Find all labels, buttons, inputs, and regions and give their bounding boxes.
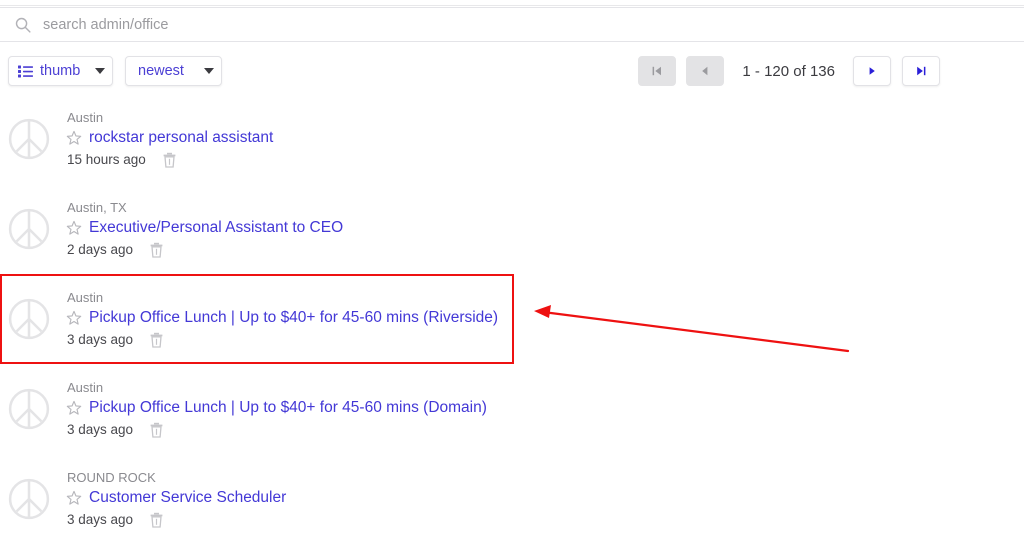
star-outline-icon[interactable] bbox=[66, 130, 82, 146]
listing-title-link[interactable]: Executive/Personal Assistant to CEO bbox=[89, 218, 343, 238]
list-item-body: Austin Pickup Office Lunch | Up to $40+ … bbox=[66, 379, 487, 439]
listing-title-row: Pickup Office Lunch | Up to $40+ for 45-… bbox=[66, 308, 498, 328]
list-item[interactable]: Austin, TX Executive/Personal Assistant … bbox=[0, 184, 1024, 274]
listing-age: 2 days ago bbox=[67, 242, 134, 257]
first-page-button[interactable] bbox=[638, 56, 677, 86]
trash-icon[interactable] bbox=[162, 152, 177, 168]
peace-sign-placeholder-icon bbox=[8, 208, 50, 250]
list-item[interactable]: ROUND ROCK Customer Service Scheduler 3 … bbox=[0, 454, 1024, 544]
listing-location: Austin bbox=[67, 380, 104, 395]
listing-meta-row: 3 days ago bbox=[66, 421, 487, 439]
chevron-down-icon bbox=[204, 68, 214, 74]
last-page-button[interactable] bbox=[902, 56, 940, 86]
listing-title-link[interactable]: Customer Service Scheduler bbox=[89, 488, 286, 508]
star-outline-icon[interactable] bbox=[66, 220, 82, 236]
view-mode-label: thumb bbox=[40, 63, 81, 79]
sort-mode-label: newest bbox=[138, 63, 184, 79]
prev-page-button[interactable] bbox=[686, 56, 725, 86]
last-page-icon bbox=[917, 66, 926, 76]
peace-sign-placeholder-icon bbox=[8, 478, 50, 520]
trash-icon[interactable] bbox=[149, 242, 164, 258]
page-top-strip bbox=[0, 0, 1024, 6]
listings-list: Austin rockstar personal assistant 15 ho… bbox=[0, 94, 1024, 544]
peace-sign-placeholder-icon bbox=[8, 118, 50, 160]
trash-icon[interactable] bbox=[149, 512, 164, 528]
listing-age: 3 days ago bbox=[67, 332, 134, 347]
list-item-body: Austin Pickup Office Lunch | Up to $40+ … bbox=[66, 289, 498, 349]
trash-icon[interactable] bbox=[149, 422, 164, 438]
listing-title-row: Customer Service Scheduler bbox=[66, 488, 286, 508]
next-page-button[interactable] bbox=[853, 56, 891, 86]
search-bar[interactable] bbox=[0, 7, 1024, 42]
peace-sign-placeholder-icon bbox=[8, 298, 50, 340]
peace-sign-placeholder-icon bbox=[8, 388, 50, 430]
listing-title-link[interactable]: rockstar personal assistant bbox=[89, 128, 273, 148]
listing-age: 3 days ago bbox=[67, 422, 134, 437]
star-outline-icon[interactable] bbox=[66, 310, 82, 326]
trash-icon[interactable] bbox=[149, 332, 164, 348]
listing-meta-row: 3 days ago bbox=[66, 331, 498, 349]
next-page-icon bbox=[869, 67, 875, 75]
listings-page: thumb newest 1 - 120 of 136 bbox=[0, 0, 1024, 544]
list-view-icon bbox=[18, 65, 33, 77]
list-item-highlighted[interactable]: Austin Pickup Office Lunch | Up to $40+ … bbox=[0, 274, 514, 364]
pagination: 1 - 120 of 136 bbox=[638, 56, 940, 86]
first-page-icon bbox=[653, 66, 662, 76]
listing-location: Austin bbox=[67, 110, 104, 125]
toolbar: thumb newest 1 - 120 of 136 bbox=[0, 42, 1024, 94]
star-outline-icon[interactable] bbox=[66, 400, 82, 416]
listing-location: Austin, TX bbox=[67, 200, 127, 215]
list-item-body: Austin, TX Executive/Personal Assistant … bbox=[66, 199, 343, 259]
search-input[interactable] bbox=[43, 14, 643, 35]
list-item[interactable]: Austin Pickup Office Lunch | Up to $40+ … bbox=[0, 364, 1024, 454]
list-item[interactable]: Austin rockstar personal assistant 15 ho… bbox=[0, 94, 1024, 184]
listing-location: Austin bbox=[67, 290, 104, 305]
listing-meta-row: 2 days ago bbox=[66, 241, 343, 259]
listing-title-row: Pickup Office Lunch | Up to $40+ for 45-… bbox=[66, 398, 487, 418]
listing-title-link[interactable]: Pickup Office Lunch | Up to $40+ for 45-… bbox=[89, 308, 498, 328]
listing-age: 3 days ago bbox=[67, 512, 134, 527]
pagination-range: 1 - 120 of 136 bbox=[742, 62, 835, 80]
previous-page-icon bbox=[702, 66, 708, 76]
listing-location: ROUND ROCK bbox=[67, 470, 156, 485]
listing-title-row: rockstar personal assistant bbox=[66, 128, 273, 148]
listing-meta-row: 3 days ago bbox=[66, 511, 286, 529]
listing-age: 15 hours ago bbox=[67, 152, 146, 167]
listing-meta-row: 15 hours ago bbox=[66, 151, 273, 169]
chevron-down-icon bbox=[95, 68, 105, 74]
listing-title-link[interactable]: Pickup Office Lunch | Up to $40+ for 45-… bbox=[89, 398, 487, 418]
list-item-body: Austin rockstar personal assistant 15 ho… bbox=[66, 109, 273, 169]
listing-title-row: Executive/Personal Assistant to CEO bbox=[66, 218, 343, 238]
star-outline-icon[interactable] bbox=[66, 490, 82, 506]
search-icon bbox=[15, 17, 31, 33]
sort-dropdown[interactable]: newest bbox=[125, 56, 222, 86]
view-mode-dropdown[interactable]: thumb bbox=[8, 56, 113, 86]
list-item-body: ROUND ROCK Customer Service Scheduler 3 … bbox=[66, 469, 286, 529]
